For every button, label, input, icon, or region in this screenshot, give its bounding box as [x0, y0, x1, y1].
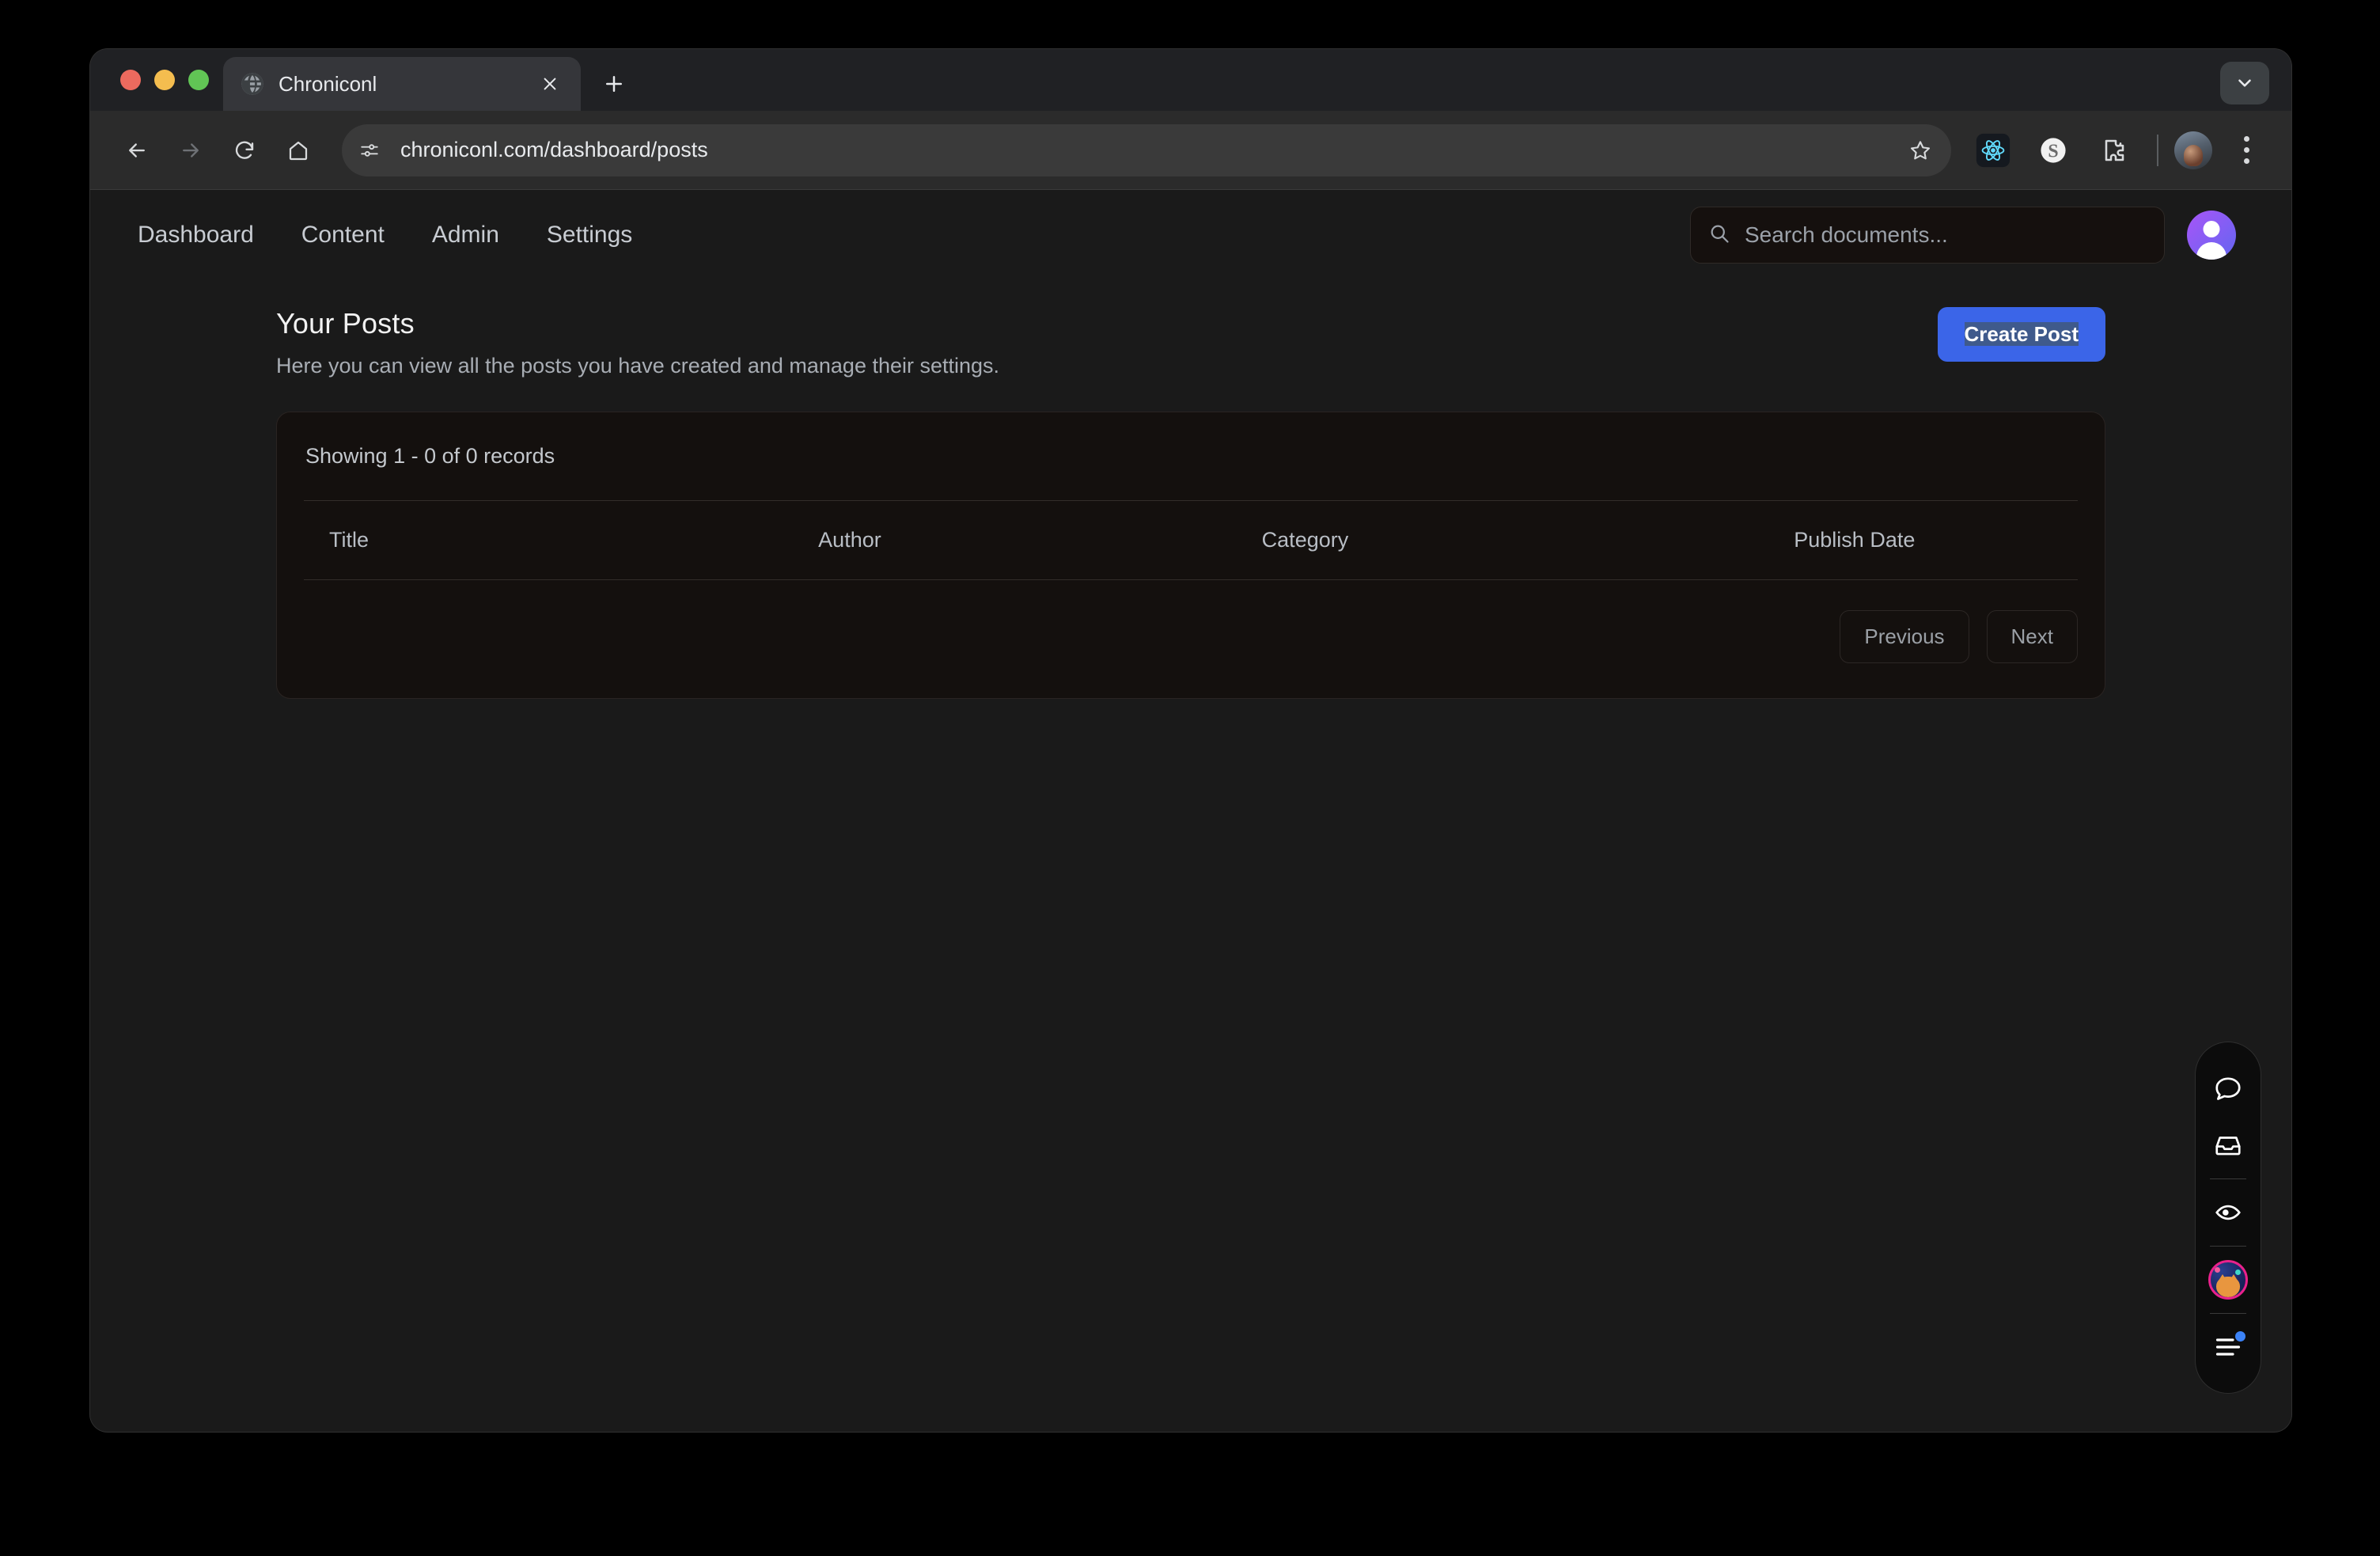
divider	[2210, 1178, 2246, 1179]
search-icon	[1708, 222, 1730, 249]
search-placeholder: Search documents...	[1745, 222, 1948, 247]
column-header-category[interactable]: Category	[1261, 500, 1794, 580]
page-content: Dashboard Content Admin Settings Search …	[90, 190, 2291, 1432]
star-icon[interactable]	[1899, 129, 1942, 172]
nav-item-content[interactable]: Content	[297, 215, 389, 255]
browser-tab[interactable]: Chroniconl	[223, 57, 581, 111]
nav-item-dashboard[interactable]: Dashboard	[133, 215, 259, 255]
globe-icon	[241, 72, 264, 96]
svg-text:S: S	[2048, 141, 2058, 161]
maximize-window-button[interactable]	[188, 70, 209, 90]
browser-window: Chroniconl chroniconl.com/dashboard/post…	[90, 49, 2291, 1432]
cat-avatar-icon[interactable]	[2195, 1251, 2261, 1308]
posts-table: Title Author Category Publish Date	[304, 500, 2078, 580]
search-input[interactable]: Search documents...	[1690, 207, 2165, 264]
records-count: Showing 1 - 0 of 0 records	[305, 444, 555, 468]
divider	[2210, 1313, 2246, 1314]
tab-strip: Chroniconl	[90, 49, 2291, 111]
pagination: Previous Next	[304, 580, 2078, 698]
address-bar[interactable]: chroniconl.com/dashboard/posts	[342, 123, 1951, 176]
tune-settings-icon[interactable]	[350, 131, 389, 170]
reload-button[interactable]	[220, 126, 269, 175]
column-header-title[interactable]: Title	[304, 500, 819, 580]
nav-links: Dashboard Content Admin Settings	[133, 215, 637, 255]
window-controls	[90, 49, 223, 111]
forward-button[interactable]	[166, 126, 215, 175]
notification-badge	[2235, 1331, 2245, 1342]
posts-card: Showing 1 - 0 of 0 records Title Author …	[276, 412, 2105, 699]
chat-bubble-icon[interactable]	[2195, 1060, 2261, 1117]
app-navbar: Dashboard Content Admin Settings Search …	[90, 190, 2291, 280]
create-post-button-label: Create Post	[1964, 322, 2079, 346]
column-header-author[interactable]: Author	[818, 500, 1262, 580]
next-page-button[interactable]: Next	[1986, 610, 2078, 663]
back-button[interactable]	[112, 126, 161, 175]
puzzle-extensions-icon[interactable]	[2090, 127, 2137, 174]
previous-page-button[interactable]: Previous	[1840, 610, 1969, 663]
url-text: chroniconl.com/dashboard/posts	[400, 138, 708, 161]
main-content: Your Posts Here you can view all the pos…	[233, 280, 2148, 699]
inbox-tray-icon[interactable]	[2195, 1117, 2261, 1174]
kebab-menu-icon[interactable]	[2225, 129, 2268, 172]
table-header-row: Title Author Category Publish Date	[304, 500, 2078, 580]
close-window-button[interactable]	[120, 70, 141, 90]
nav-item-settings[interactable]: Settings	[542, 215, 637, 255]
page-subtitle: Here you can view all the posts you have…	[276, 354, 1000, 378]
new-tab-button[interactable]	[592, 62, 636, 106]
home-button[interactable]	[274, 126, 323, 175]
browser-toolbar: chroniconl.com/dashboard/posts S	[90, 111, 2291, 190]
column-header-publish-date[interactable]: Publish Date	[1794, 500, 2078, 580]
tab-title: Chroniconl	[279, 71, 377, 96]
nav-right: Search documents...	[1690, 207, 2236, 264]
menu-lines-icon[interactable]	[2195, 1319, 2261, 1376]
stripe-extension-icon[interactable]: S	[2029, 127, 2077, 174]
profile-avatar[interactable]	[2174, 131, 2212, 169]
page-header: Your Posts Here you can view all the pos…	[276, 280, 2105, 378]
react-devtools-icon[interactable]	[1969, 127, 2017, 174]
eye-preview-icon[interactable]	[2195, 1184, 2261, 1241]
floating-toolbar	[2195, 1042, 2261, 1394]
chevron-down-icon[interactable]	[2220, 62, 2269, 104]
nav-item-admin[interactable]: Admin	[427, 215, 504, 255]
create-post-button[interactable]: Create Post	[1937, 307, 2105, 362]
divider	[2210, 1246, 2246, 1247]
user-avatar[interactable]	[2187, 211, 2236, 260]
close-icon[interactable]	[536, 70, 563, 97]
page-title: Your Posts	[276, 307, 415, 340]
minimize-window-button[interactable]	[154, 70, 175, 90]
toolbar-divider	[2157, 134, 2158, 166]
